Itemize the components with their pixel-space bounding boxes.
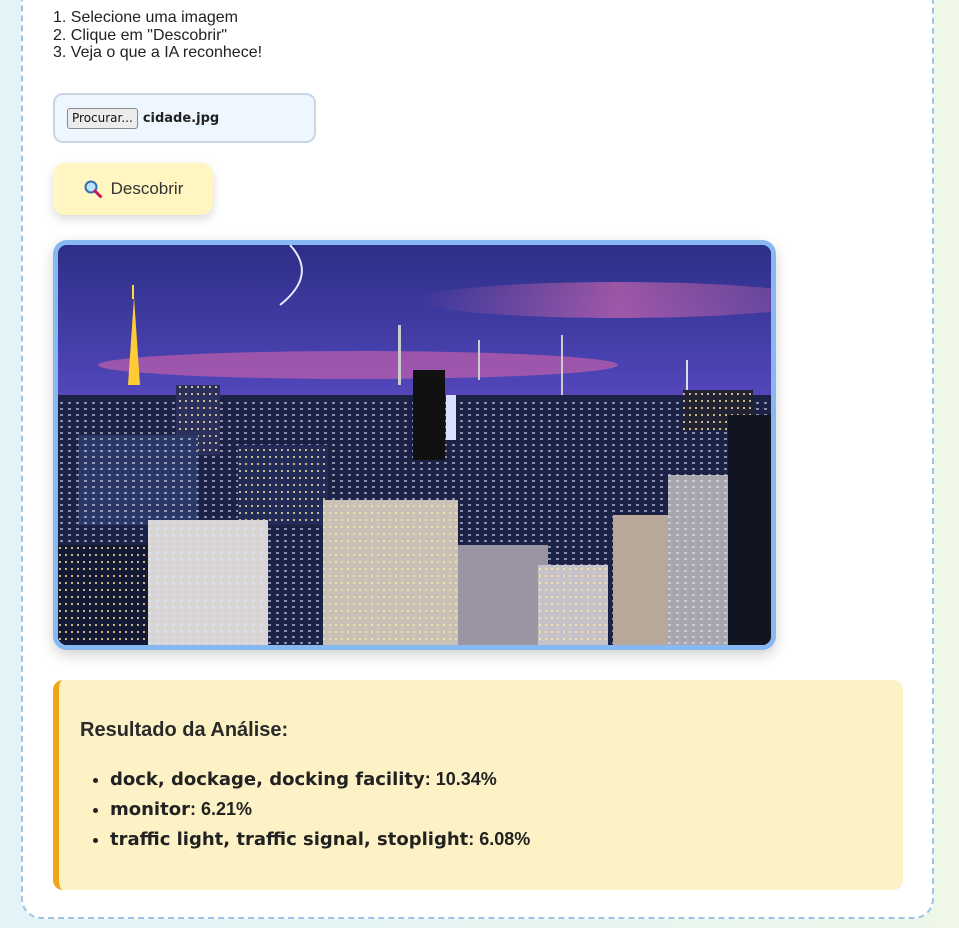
instructions-list: 1. Selecione uma imagem 2. Clique em "De… — [53, 9, 262, 62]
selected-file-name: cidade.jpg — [142, 110, 220, 126]
magnifier-icon — [84, 180, 102, 198]
prediction-item: monitor: 6.21% — [110, 798, 530, 828]
instruction-step: 1. Selecione uma imagem — [53, 9, 238, 26]
prediction-item: dock, dockage, docking facility: 10.34% — [110, 768, 530, 798]
prediction-label: traffic light, traffic signal, stoplight — [110, 829, 469, 850]
discover-button-label: Descobrir — [110, 179, 184, 198]
discover-button[interactable]: Descobrir — [53, 163, 213, 215]
city-skyline-image — [58, 245, 771, 645]
prediction-label: monitor — [110, 799, 190, 820]
instruction-step: 3. Veja o que a IA reconhece! — [53, 44, 263, 61]
prediction-item: traffic light, traffic signal, stoplight… — [110, 828, 530, 858]
browse-button[interactable]: Procurar... — [67, 107, 138, 129]
file-input[interactable]: Procurar... cidade.jpg — [53, 93, 316, 143]
instruction-step: 2. Clique em "Descobrir" — [53, 26, 228, 44]
uploaded-image-preview — [53, 240, 776, 650]
prediction-label: dock, dockage, docking facility — [110, 769, 425, 790]
prediction-score: : 6.21% — [189, 799, 253, 819]
prediction-score: : 10.34% — [424, 769, 497, 789]
analysis-result-panel: Resultado da Análise: dock, dockage, doc… — [53, 680, 903, 890]
predictions-list: dock, dockage, docking facility: 10.34% … — [85, 768, 530, 858]
result-title: Resultado da Análise: — [80, 719, 289, 741]
prediction-score: : 6.08% — [468, 829, 531, 849]
